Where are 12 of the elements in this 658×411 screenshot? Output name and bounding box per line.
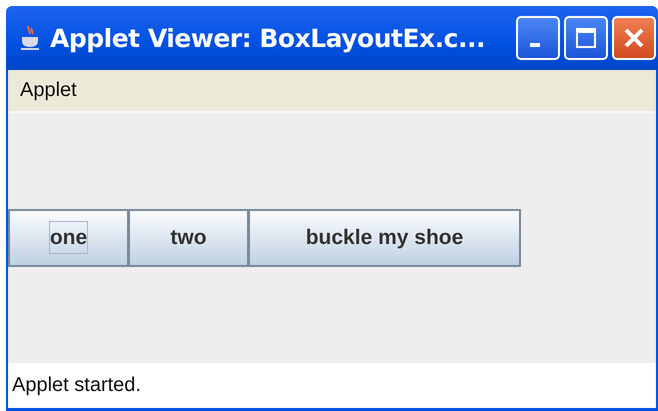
minimize-button[interactable] xyxy=(516,16,560,60)
close-button[interactable] xyxy=(612,16,656,60)
maximize-icon xyxy=(574,26,598,50)
button[interactable]: one xyxy=(8,209,129,267)
close-icon xyxy=(622,26,646,50)
button[interactable]: buckle my shoe xyxy=(248,209,521,267)
maximize-button[interactable] xyxy=(564,16,608,60)
window-title: Applet Viewer: BoxLayoutEx.c... xyxy=(50,24,485,52)
minimize-icon xyxy=(530,43,540,47)
menu-item[interactable]: Applet xyxy=(20,79,77,102)
button[interactable]: two xyxy=(128,209,249,267)
coffee-cup-icon xyxy=(20,25,40,51)
